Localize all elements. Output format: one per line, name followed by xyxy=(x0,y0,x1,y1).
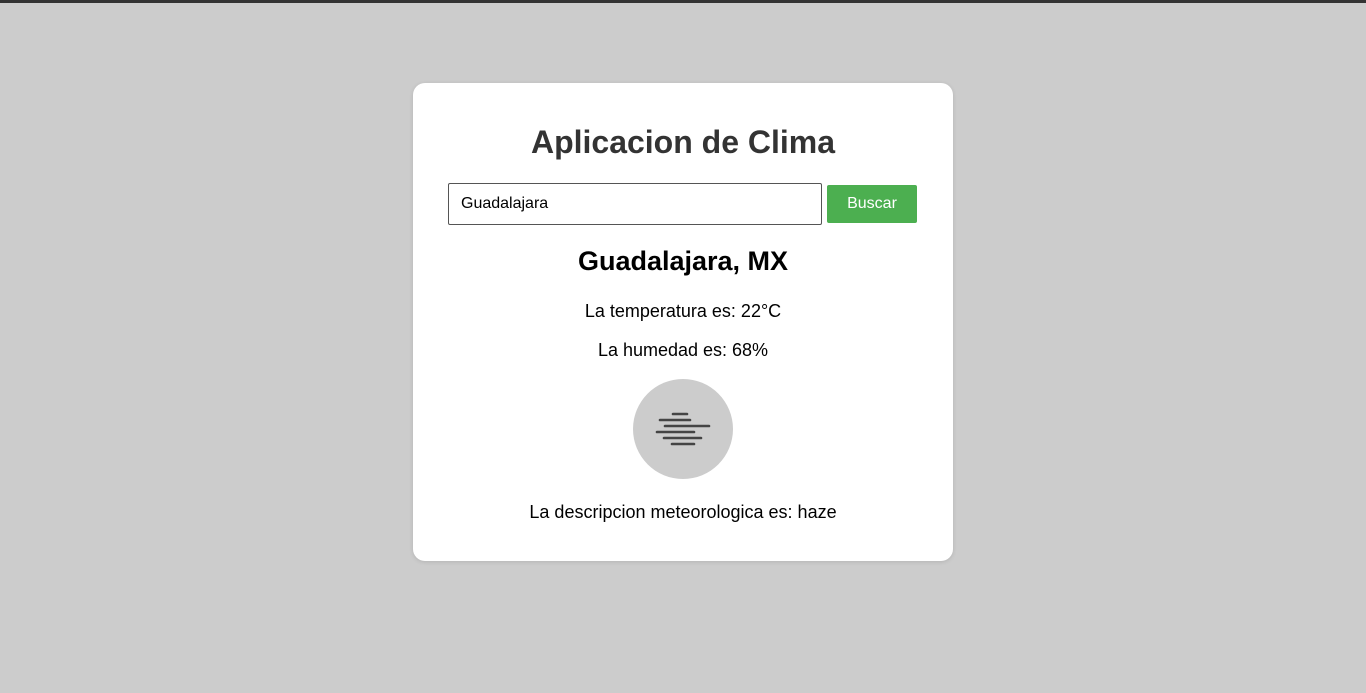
temperature-text: La temperatura es: 22°C xyxy=(584,301,782,321)
haze-icon xyxy=(655,412,711,446)
city-search-input[interactable] xyxy=(448,183,822,225)
weather-icon-circle xyxy=(633,379,733,479)
top-border xyxy=(0,0,1366,3)
page-title: Aplicacion de Clima xyxy=(530,124,836,160)
search-button[interactable]: Buscar xyxy=(827,185,917,223)
humidity-text: La humedad es: 68% xyxy=(597,340,769,360)
weather-card: Aplicacion de Clima Buscar Guadalajara, … xyxy=(413,83,953,561)
city-name: Guadalajara, MX xyxy=(577,246,789,276)
weather-description: La descripcion meteorologica es: haze xyxy=(529,502,837,522)
